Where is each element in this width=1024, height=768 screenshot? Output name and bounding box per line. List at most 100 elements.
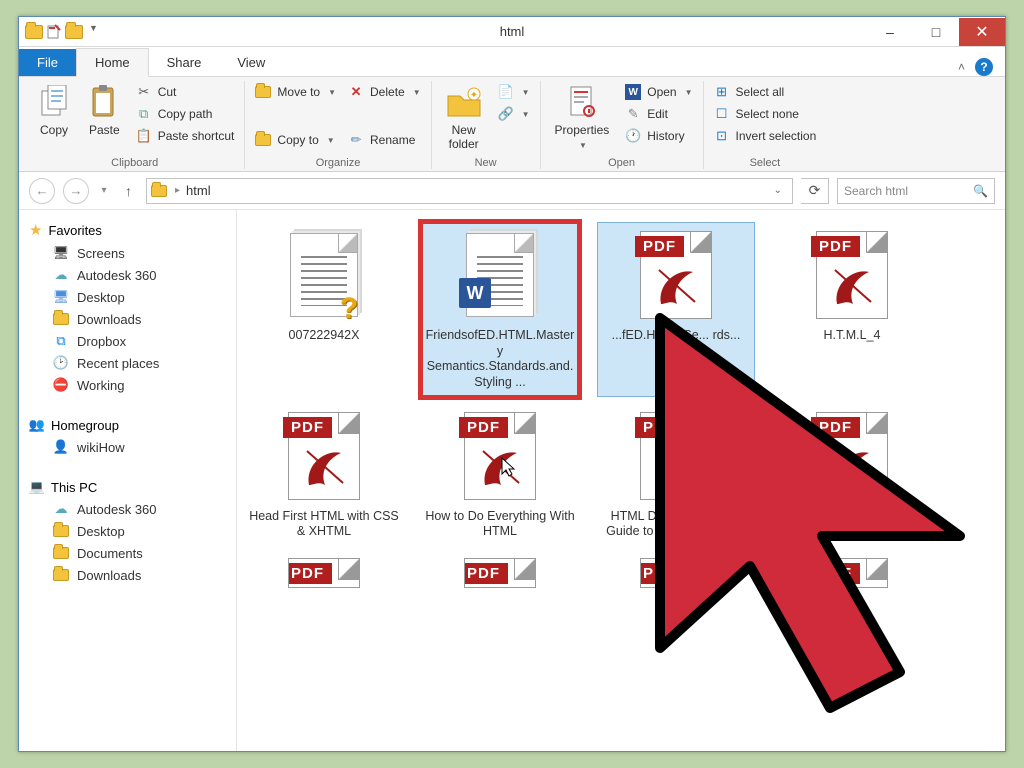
open-button[interactable]: WOpen▼ xyxy=(623,83,694,101)
file-item[interactable]: WFriendsofED.HTML.Mastery Semantics.Stan… xyxy=(421,222,579,397)
sidebar-item-desktop[interactable]: 🖥Desktop xyxy=(25,286,230,308)
file-item[interactable]: PDFH.T.M.L_4 xyxy=(773,222,931,397)
forward-button[interactable]: → xyxy=(63,178,89,204)
recent-locations-button[interactable]: ▾ xyxy=(97,178,111,204)
homegroup-header[interactable]: 👥Homegroup xyxy=(25,414,230,436)
address-bar[interactable]: ▸ html ⌄ xyxy=(146,178,793,204)
search-placeholder: Search html xyxy=(844,184,908,198)
collapse-ribbon-icon[interactable]: ˄ xyxy=(958,60,965,74)
copy-to-icon xyxy=(255,132,271,148)
this-pc-header[interactable]: 💻This PC xyxy=(25,476,230,498)
sidebar-item-downloads[interactable]: Downloads xyxy=(25,308,230,330)
paste-label: Paste xyxy=(89,123,120,137)
sidebar-item-pc-desktop[interactable]: Desktop xyxy=(25,520,230,542)
clipboard-group-label: Clipboard xyxy=(33,155,236,169)
ribbon-group-organize: Move to▼ Copy to▼ ✕Delete▼ ✏Rename Organ… xyxy=(245,81,431,169)
easy-access-icon: 🔗 xyxy=(498,106,514,122)
favorites-header[interactable]: ★Favorites xyxy=(25,218,230,242)
file-list[interactable]: ?007222942XWFriendsofED.HTML.Mastery Sem… xyxy=(237,210,1005,751)
tab-share[interactable]: Share xyxy=(149,49,220,76)
select-none-button[interactable]: ☐Select none xyxy=(712,105,819,123)
file-item[interactable]: PDF xyxy=(773,552,931,592)
copy-to-button[interactable]: Copy to▼ xyxy=(253,131,338,149)
titlebar: ▼ html – □ ✕ xyxy=(19,17,1005,47)
new-group-label: New xyxy=(440,155,532,169)
rename-icon: ✏ xyxy=(348,132,364,148)
ribbon: Copy Paste ✂Cut ⧉Copy path 📋Paste shortc… xyxy=(19,77,1005,172)
file-item[interactable]: PDF xyxy=(245,552,403,592)
properties-icon xyxy=(567,85,597,119)
file-icon: PDF xyxy=(636,558,716,588)
desktop-icon: 🖥 xyxy=(53,289,69,305)
delete-button[interactable]: ✕Delete▼ xyxy=(346,83,423,101)
sidebar-item-pc-documents[interactable]: Documents xyxy=(25,542,230,564)
new-folder-button[interactable]: ✦ New folder xyxy=(440,81,488,155)
history-button[interactable]: 🕐History xyxy=(623,127,694,145)
tab-home[interactable]: Home xyxy=(76,48,149,77)
minimize-button[interactable]: – xyxy=(867,18,913,46)
paste-button[interactable]: Paste xyxy=(83,81,126,141)
edit-button[interactable]: ✎Edit xyxy=(623,105,694,123)
svg-text:✦: ✦ xyxy=(469,90,477,101)
new-folder-qat-icon[interactable] xyxy=(65,23,83,41)
properties-icon[interactable] xyxy=(45,23,63,41)
dropbox-icon: ⧉ xyxy=(53,333,69,349)
sidebar-item-pc-downloads[interactable]: Downloads xyxy=(25,564,230,586)
rename-button[interactable]: ✏Rename xyxy=(346,131,423,149)
folder-icon xyxy=(53,567,69,583)
sidebar-item-wikihow[interactable]: 👤wikiHow xyxy=(25,436,230,458)
sidebar-item-pc-autodesk[interactable]: ☁Autodesk 360 xyxy=(25,498,230,520)
folder-icon xyxy=(53,545,69,561)
file-item[interactable]: ?007222942X xyxy=(245,222,403,397)
sidebar-item-autodesk[interactable]: ☁Autodesk 360 xyxy=(25,264,230,286)
breadcrumb-item[interactable]: html xyxy=(186,183,211,198)
refresh-button[interactable]: ⟳ xyxy=(801,178,829,204)
qat-dropdown-icon[interactable]: ▼ xyxy=(85,23,102,41)
new-folder-label: New folder xyxy=(449,123,479,151)
address-dropdown-icon[interactable]: ⌄ xyxy=(768,185,788,196)
navbar: ← → ▾ ↑ ▸ html ⌄ ⟳ Search html 🔍 xyxy=(19,172,1005,210)
maximize-button[interactable]: □ xyxy=(913,18,959,46)
copy-label: Copy xyxy=(40,123,68,137)
sidebar-item-recent[interactable]: 🕑Recent places xyxy=(25,352,230,374)
tab-file[interactable]: File xyxy=(19,49,76,76)
word-icon: W xyxy=(625,84,641,100)
invert-selection-button[interactable]: ⊡Invert selection xyxy=(712,127,819,145)
sidebar-item-screens[interactable]: 🖥Screens xyxy=(25,242,230,264)
new-item-button[interactable]: 📄▼ xyxy=(496,83,532,101)
file-item[interactable]: PDFHow to Do Everything With HTML xyxy=(421,403,579,546)
back-button[interactable]: ← xyxy=(29,178,55,204)
window-title: html xyxy=(19,24,1005,39)
easy-access-button[interactable]: 🔗▼ xyxy=(496,105,532,123)
file-icon: PDF xyxy=(636,409,716,503)
file-item[interactable]: PDFH... visual for desig effective Web xyxy=(773,403,931,546)
ribbon-group-new: ✦ New folder 📄▼ 🔗▼ New xyxy=(432,81,541,169)
cut-button[interactable]: ✂Cut xyxy=(134,83,237,101)
file-item[interactable]: PDF xyxy=(597,552,755,592)
select-all-icon: ⊞ xyxy=(714,84,730,100)
select-all-button[interactable]: ⊞Select all xyxy=(712,83,819,101)
file-item[interactable]: PDF HTML Dog Best-Practic Guide to XHTM a… xyxy=(597,403,755,546)
ribbon-tabs: File Home Share View ˄ ? xyxy=(19,47,1005,77)
sidebar-item-working[interactable]: ⛔Working xyxy=(25,374,230,396)
homegroup-icon: 👥 xyxy=(29,417,45,433)
copy-path-button[interactable]: ⧉Copy path xyxy=(134,105,237,123)
file-item[interactable]: PDF xyxy=(421,552,579,592)
help-icon[interactable]: ? xyxy=(975,58,993,76)
sidebar-item-dropbox[interactable]: ⧉Dropbox xyxy=(25,330,230,352)
search-input[interactable]: Search html 🔍 xyxy=(837,178,995,204)
file-item[interactable]: PDFHead First HTML with CSS & XHTML xyxy=(245,403,403,546)
move-to-button[interactable]: Move to▼ xyxy=(253,83,338,101)
file-name: HTML Dog Best-Practic Guide to XHTM and … xyxy=(601,509,751,540)
file-icon: PDF xyxy=(460,558,540,588)
properties-button[interactable]: Properties ▼ xyxy=(549,81,616,154)
tab-view[interactable]: View xyxy=(219,49,283,76)
file-item[interactable]: PDF...fED.HTML Se... rds... xyxy=(597,222,755,397)
up-button[interactable]: ↑ xyxy=(119,183,138,199)
copy-button[interactable]: Copy xyxy=(33,81,75,141)
open-group-label: Open xyxy=(549,155,695,169)
star-icon: ★ xyxy=(29,221,42,239)
paste-shortcut-button[interactable]: 📋Paste shortcut xyxy=(134,127,237,145)
file-icon: PDF xyxy=(460,409,540,503)
close-button[interactable]: ✕ xyxy=(959,18,1005,46)
